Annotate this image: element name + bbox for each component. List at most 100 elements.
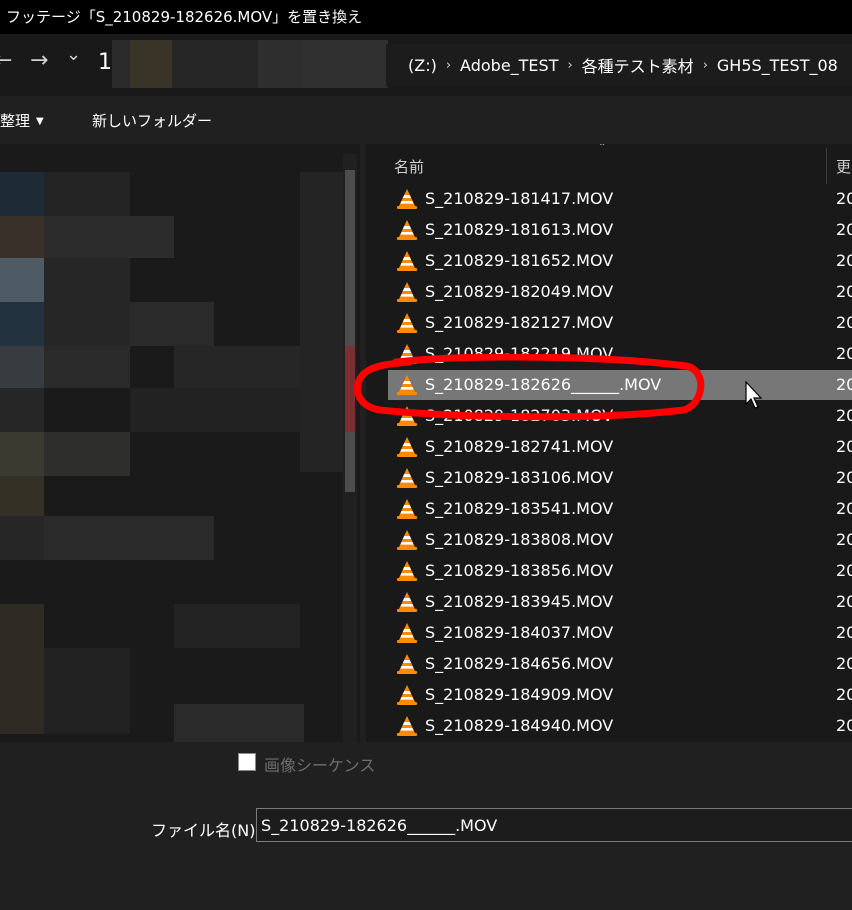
file-name: S_210829-182219.MOV: [425, 344, 614, 363]
file-name: S_210829-183541.MOV: [425, 499, 614, 518]
file-name: S_210829-184656.MOV: [425, 654, 614, 673]
file-name: S_210829-183808.MOV: [425, 530, 614, 549]
command-toolbar: 整理 ▼ 新しいフォルダー: [0, 96, 852, 144]
image-sequence-checkbox[interactable]: [238, 753, 256, 771]
file-date: 20: [836, 654, 852, 673]
column-header-date[interactable]: 更: [836, 156, 851, 177]
navigation-bar: ← → ⌄ 1 (Z:) › Adobe_TEST › 各種テスト素材 › GH…: [0, 34, 852, 96]
vlc-cone-icon: [396, 560, 418, 582]
vlc-cone-icon: [396, 622, 418, 644]
file-name: S_210829-182049.MOV: [425, 282, 614, 301]
organize-label: 整理: [0, 112, 31, 130]
vlc-cone-icon: [396, 250, 418, 272]
scroll-highlight-mark: [345, 346, 355, 432]
file-date: 20: [836, 530, 852, 549]
file-date: 20: [836, 220, 852, 239]
breadcrumb-separator-icon[interactable]: ›: [701, 58, 710, 73]
vlc-cone-icon: [396, 529, 418, 551]
recent-locations-chevron-icon[interactable]: ⌄: [66, 44, 81, 65]
file-row[interactable]: S_210829-182219.MOV 20: [388, 339, 852, 369]
breadcrumb-separator-icon[interactable]: ›: [444, 58, 453, 73]
file-date: 20: [836, 375, 852, 394]
dropdown-caret-icon: ▼: [36, 116, 44, 127]
vlc-cone-icon: [396, 467, 418, 489]
navigation-pane[interactable]: [0, 144, 360, 752]
vlc-cone-icon: [396, 498, 418, 520]
vlc-cone-icon: [396, 219, 418, 241]
blurred-region: [112, 40, 388, 88]
organize-button[interactable]: 整理 ▼: [0, 110, 44, 131]
file-row[interactable]: S_210829-184940.MOV 20: [388, 711, 852, 741]
navigation-pane-scroll-thumb[interactable]: [345, 170, 355, 492]
breadcrumb-adobe-test[interactable]: Adobe_TEST: [453, 56, 565, 75]
file-row[interactable]: S_210829-181613.MOV 20: [388, 215, 852, 245]
file-row[interactable]: S_210829-183856.MOV 20: [388, 556, 852, 586]
mouse-pointer-icon: [745, 380, 763, 409]
file-date: 20: [836, 282, 852, 301]
file-date: 20: [836, 685, 852, 704]
file-date: 20: [836, 406, 852, 425]
vlc-cone-icon: [396, 653, 418, 675]
vlc-cone-icon: [396, 374, 418, 396]
file-name: S_210829-182741.MOV: [425, 437, 614, 456]
vlc-cone-icon: [396, 281, 418, 303]
column-header-row: ⌃ 名前 更: [366, 144, 852, 186]
file-name: S_210829-184037.MOV: [425, 623, 614, 642]
file-row[interactable]: S_210829-183541.MOV 20: [388, 494, 852, 524]
file-row[interactable]: S_210829-184909.MOV 20: [388, 680, 852, 710]
filename-input[interactable]: [256, 808, 852, 842]
forward-arrow-icon[interactable]: →: [30, 48, 48, 73]
file-list[interactable]: ⌃ 名前 更 S_210829-181417.MOV 20 S_210829-181…: [366, 144, 852, 742]
file-name: S_210829-182703.MOV: [425, 406, 614, 425]
breadcrumb-drive[interactable]: (Z:): [386, 56, 444, 75]
file-name: S_210829-181417.MOV: [425, 189, 614, 208]
column-divider[interactable]: [826, 148, 827, 184]
file-date: 20: [836, 623, 852, 642]
file-date: 20: [836, 468, 852, 487]
vlc-cone-icon: [396, 715, 418, 737]
file-row[interactable]: S_210829-182741.MOV 20: [388, 432, 852, 462]
file-name: S_210829-183106.MOV: [425, 468, 614, 487]
file-date: 20: [836, 561, 852, 580]
file-date: 20: [836, 437, 852, 456]
file-row[interactable]: S_210829-182703.MOV 20: [388, 401, 852, 431]
file-row[interactable]: S_210829-181652.MOV 20: [388, 246, 852, 276]
column-header-name[interactable]: 名前: [394, 156, 424, 177]
file-date: 20: [836, 499, 852, 518]
breadcrumb-separator-icon[interactable]: ›: [565, 58, 574, 73]
breadcrumb-gh5s-test[interactable]: GH5S_TEST_08: [710, 56, 845, 75]
file-row[interactable]: S_210829-184037.MOV 20: [388, 618, 852, 648]
file-row[interactable]: S_210829-182127.MOV 20: [388, 308, 852, 338]
file-name: S_210829-182127.MOV: [425, 313, 614, 332]
file-name: S_210829-181613.MOV: [425, 220, 614, 239]
vlc-cone-icon: [396, 312, 418, 334]
sort-ascending-icon: ⌃: [598, 144, 607, 153]
file-date: 20: [836, 313, 852, 332]
vlc-cone-icon: [396, 188, 418, 210]
breadcrumb-test-materials[interactable]: 各種テスト素材: [575, 53, 701, 77]
file-date: 20: [836, 344, 852, 363]
vlc-cone-icon: [396, 591, 418, 613]
file-row[interactable]: S_210829-184656.MOV 20: [388, 649, 852, 679]
file-date: 20: [836, 189, 852, 208]
file-name: S_210829-183856.MOV: [425, 561, 614, 580]
vlc-cone-icon: [396, 405, 418, 427]
new-folder-button[interactable]: 新しいフォルダー: [92, 110, 212, 131]
vlc-cone-icon: [396, 436, 418, 458]
file-row[interactable]: S_210829-181417.MOV 20: [388, 184, 852, 214]
file-row-selected[interactable]: S_210829-182626______.MOV 20: [388, 370, 852, 400]
file-date: 20: [836, 592, 852, 611]
file-name: S_210829-184909.MOV: [425, 685, 614, 704]
back-arrow-icon[interactable]: ←: [0, 48, 12, 73]
vlc-cone-icon: [396, 343, 418, 365]
file-date: 20: [836, 716, 852, 735]
vlc-cone-icon: [396, 684, 418, 706]
image-sequence-label: 画像シーケンス: [264, 756, 376, 775]
file-row[interactable]: S_210829-182049.MOV 20: [388, 277, 852, 307]
address-bar[interactable]: (Z:) › Adobe_TEST › 各種テスト素材 › GH5S_TEST_…: [386, 44, 852, 86]
file-name: S_210829-183945.MOV: [425, 592, 614, 611]
file-row[interactable]: S_210829-183945.MOV 20: [388, 587, 852, 617]
file-row[interactable]: S_210829-183808.MOV 20: [388, 525, 852, 555]
file-row[interactable]: S_210829-183106.MOV 20: [388, 463, 852, 493]
file-date: 20: [836, 251, 852, 270]
